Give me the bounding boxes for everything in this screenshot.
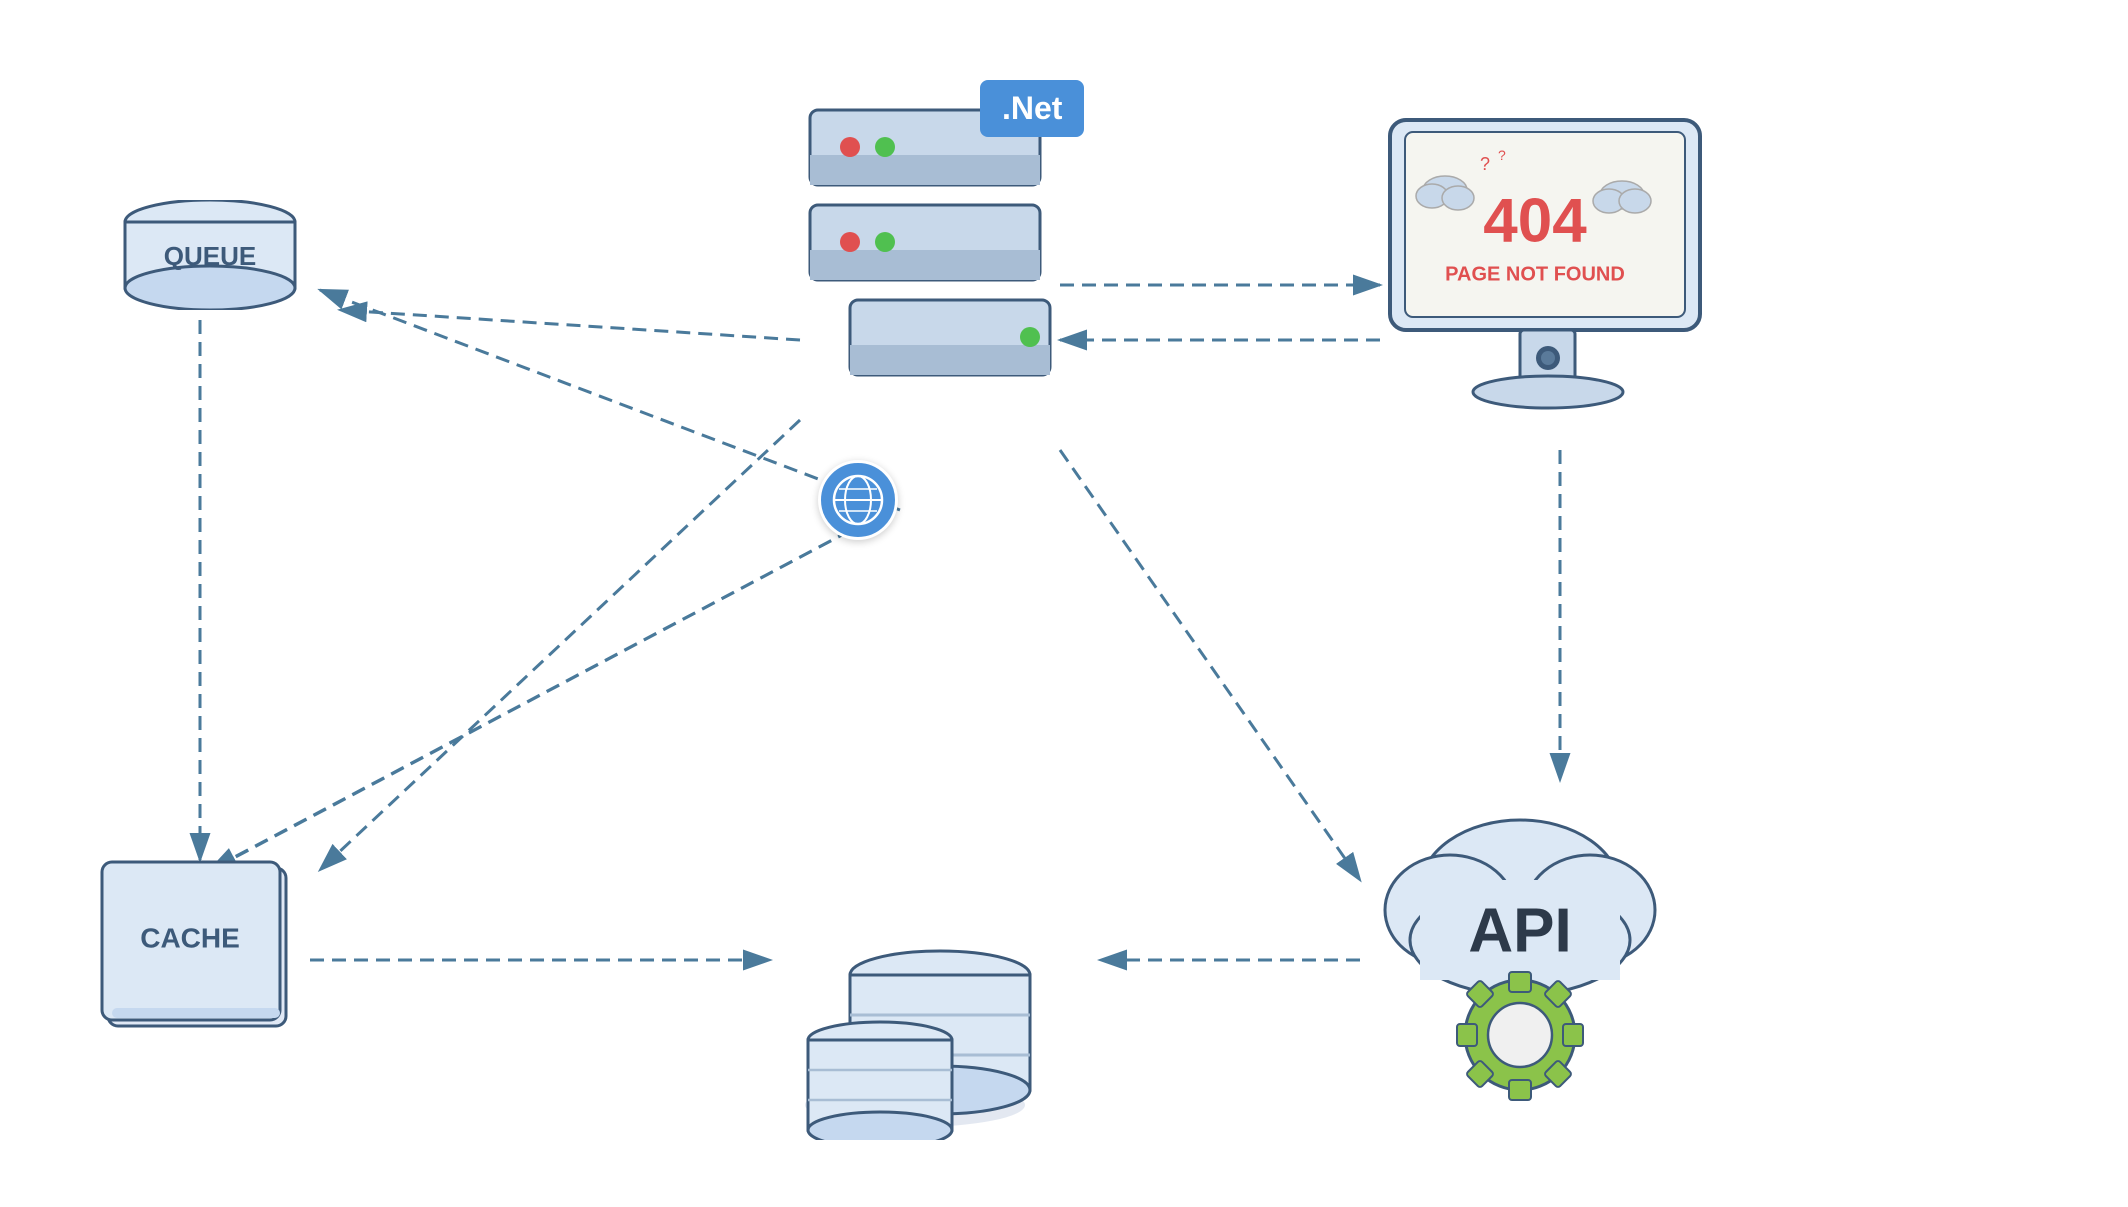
svg-text:?: ?	[1498, 147, 1506, 163]
server-component	[800, 100, 1060, 410]
dotnet-badge: .Net	[980, 80, 1084, 137]
diagram-container: QUEUE CACHE .Net	[0, 0, 2128, 1207]
api-label: API	[1468, 896, 1571, 965]
queue-component: QUEUE	[100, 200, 320, 310]
queue-label: QUEUE	[164, 241, 256, 271]
monitor-component: 404 PAGE NOT FOUND ? ?	[1380, 110, 1720, 440]
error-code: 404	[1483, 186, 1587, 255]
globe-badge	[818, 460, 898, 540]
api-component: API	[1360, 780, 1680, 1120]
error-message: PAGE NOT FOUND	[1445, 263, 1625, 285]
cache-label: CACHE	[140, 922, 240, 953]
dotnet-label: .Net	[1002, 90, 1062, 126]
svg-text:?: ?	[1480, 154, 1490, 174]
database-component	[770, 820, 1090, 1140]
cache-component: CACHE	[100, 860, 300, 1040]
